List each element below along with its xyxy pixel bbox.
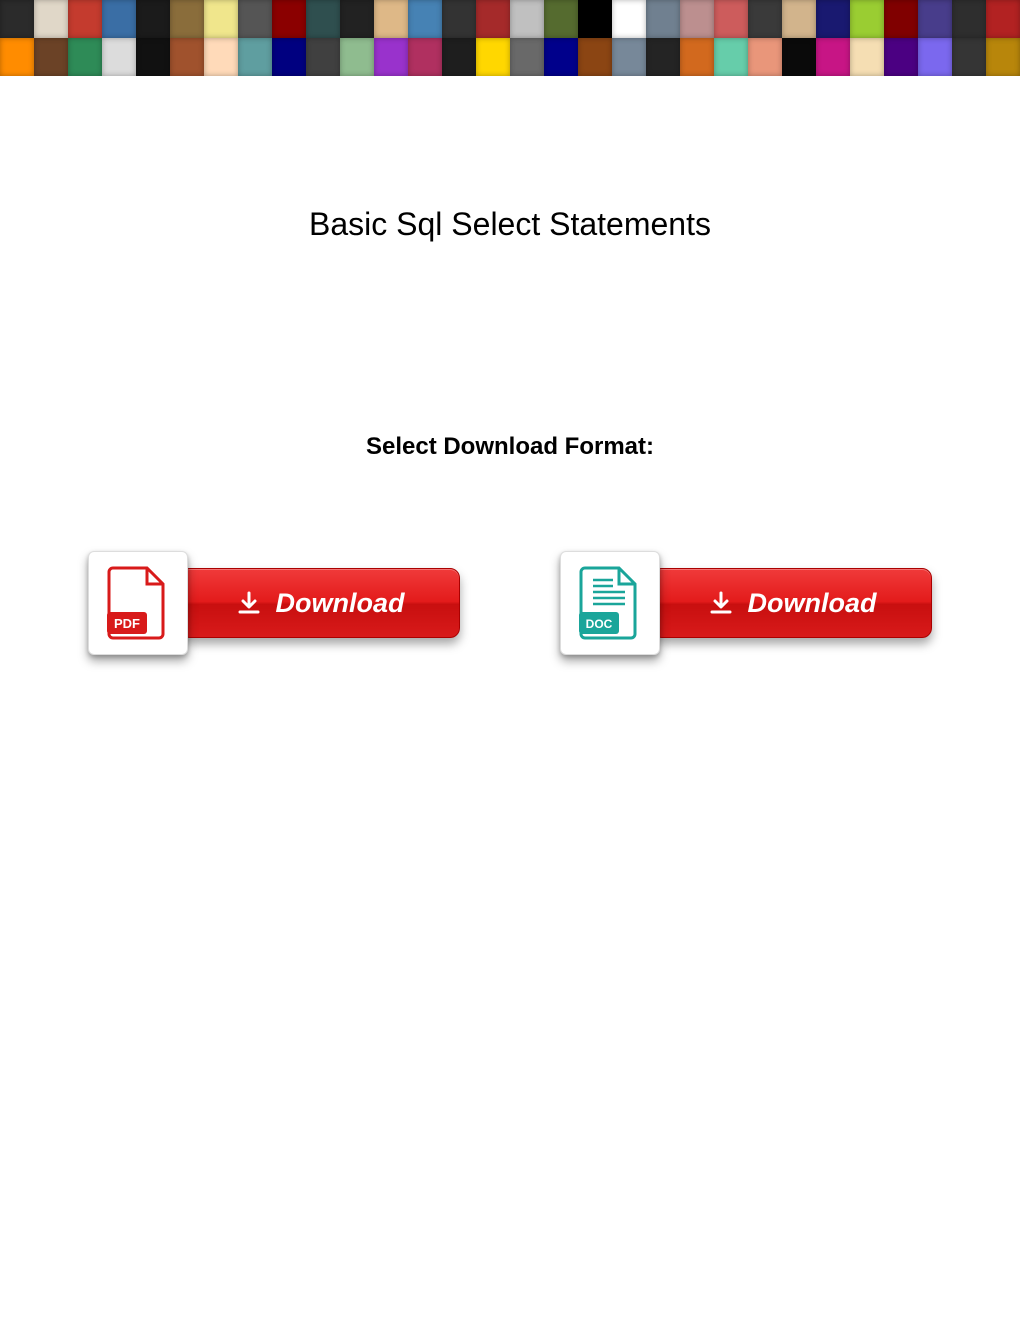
download-buttons-row: PDF Download DOC [0, 551, 1020, 655]
pdf-download-button[interactable]: Download [180, 568, 460, 638]
doc-download-label: Download [748, 588, 877, 619]
format-subtitle: Select Download Format: [0, 433, 1020, 461]
doc-download-button[interactable]: Download [652, 568, 932, 638]
pdf-download-label: Download [276, 588, 405, 619]
page-title: Basic Sql Select Statements [0, 206, 1020, 243]
banner-collage [0, 0, 1020, 76]
pdf-download-unit: PDF Download [88, 551, 460, 655]
pdf-file-icon: PDF [88, 551, 188, 655]
pdf-badge-text: PDF [114, 616, 140, 631]
doc-download-unit: DOC Download [560, 551, 932, 655]
download-arrow-icon [708, 590, 734, 616]
doc-badge-text: DOC [586, 617, 613, 631]
download-arrow-icon [236, 590, 262, 616]
doc-file-icon: DOC [560, 551, 660, 655]
